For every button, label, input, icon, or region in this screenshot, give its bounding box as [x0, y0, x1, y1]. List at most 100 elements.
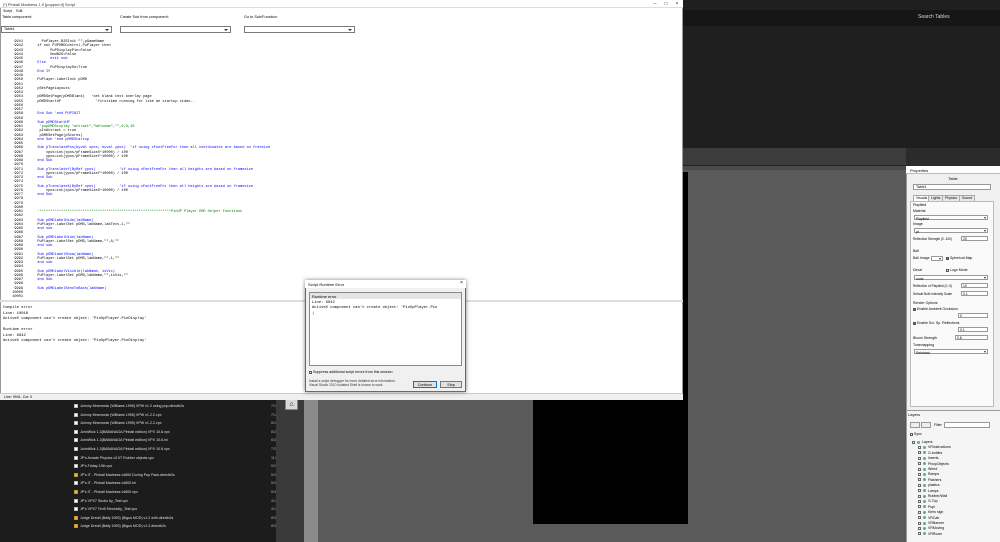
- maximize-icon[interactable]: □: [661, 1, 671, 7]
- expand-icon[interactable]: [918, 456, 921, 460]
- menu-edit[interactable]: Edit: [16, 9, 22, 13]
- file-date: 8/10/: [271, 421, 276, 426]
- file-row[interactable]: JP's Friday 13th.vpx 5/2/2: [74, 464, 276, 472]
- text-cursor: |: [312, 312, 315, 316]
- expand-icon[interactable]: [918, 478, 921, 482]
- expand-icon[interactable]: [918, 467, 921, 471]
- layers-toolbar-icon[interactable]: [910, 422, 920, 428]
- tonemapping-select[interactable]: Reinhard: [914, 349, 988, 355]
- expand-icon[interactable]: [918, 451, 921, 455]
- file-name: JP's IT - Pinball Madness v4600.ini: [80, 481, 136, 486]
- expand-icon[interactable]: [918, 445, 921, 449]
- logo-mode-label: Logo Mode: [950, 268, 968, 272]
- file-row[interactable]: JP's IT - Pinball Madness v4600 During P…: [74, 473, 276, 481]
- folder-file-icon: [74, 515, 78, 520]
- file-row[interactable]: JohnWick 1.3(BABANAGA Pinball edition) V…: [74, 447, 276, 455]
- file-row[interactable]: JohnWick 1.3(BABANAGA Pinball edition) V…: [74, 430, 276, 438]
- layers-add-icon[interactable]: [921, 422, 931, 428]
- expand-icon[interactable]: [918, 462, 921, 466]
- dialog-close-icon[interactable]: ×: [457, 280, 466, 288]
- layers-sync-label: Sync: [914, 432, 922, 436]
- expand-icon[interactable]: [918, 494, 921, 498]
- layer-name: Rubber/Wall: [928, 494, 948, 498]
- logo-mode-checkbox[interactable]: Logo Mode: [946, 268, 968, 272]
- minimize-icon[interactable]: –: [650, 1, 660, 7]
- ssr-input[interactable]: 0.1: [958, 327, 988, 332]
- expand-icon[interactable]: [918, 489, 921, 493]
- file-name: JP's Arcade Physics v3.0T Rubber objects…: [80, 455, 154, 460]
- ball-image-select[interactable]: [931, 256, 943, 261]
- layer-icon: [923, 516, 926, 520]
- expand-icon[interactable]: [918, 526, 921, 530]
- search-bar[interactable]: [683, 10, 1000, 26]
- layer-item[interactable]: VRRoom: [918, 532, 942, 538]
- file-row[interactable]: JohnWick 1.3(BABANAGA Pinball edition) V…: [74, 438, 276, 446]
- layer-icon: [923, 467, 926, 471]
- file-date: 4/12/: [271, 507, 276, 512]
- layers-sync-check-icon: [910, 432, 913, 436]
- file-row[interactable]: JP's VPX7 Ten5 Electricity_Test.vpx 4/12/: [74, 507, 276, 515]
- file-row[interactable]: Judge Dredd (Bally 1993) (Bigus MOD) v1.…: [74, 516, 276, 524]
- reflection-input[interactable]: 20: [961, 236, 988, 241]
- layers-sync-checkbox[interactable]: Sync: [910, 432, 922, 436]
- expand-icon[interactable]: [918, 516, 921, 520]
- layer-icon: [923, 494, 926, 498]
- layer-icon: [923, 499, 926, 503]
- layers-filter-input[interactable]: [944, 422, 990, 428]
- suppress-errors-checkbox[interactable]: Suppress additional script errors from t…: [309, 370, 393, 374]
- menu-script[interactable]: Script: [3, 9, 12, 13]
- expand-icon[interactable]: [918, 521, 921, 525]
- bulb-intensity-input[interactable]: 0.1: [961, 291, 988, 296]
- bloom-input[interactable]: 0.8: [955, 335, 988, 340]
- ssr-check-icon: [913, 321, 916, 325]
- material-select[interactable]: Playfield: [914, 215, 988, 221]
- goto-sub-select[interactable]: [244, 26, 355, 33]
- create-sub-select[interactable]: [120, 26, 231, 33]
- expand-icon[interactable]: [918, 472, 921, 476]
- stop-button[interactable]: Stop: [440, 381, 462, 388]
- code-editor[interactable]: 9941 PuPlayer.B2SInit "",pGameName 9942 i…: [1, 38, 681, 300]
- spherical-map-checkbox[interactable]: Spherical Map: [946, 256, 972, 260]
- file-row[interactable]: JP's Arcade Physics v3.0T Rubber objects…: [74, 456, 276, 464]
- image-value: pf: [916, 230, 919, 234]
- layer-name: Lamps: [928, 488, 939, 493]
- folder-file-icon: [74, 472, 78, 477]
- file-row[interactable]: Johnny Mnemonic (Williams 1995) VPW v1.2…: [74, 421, 276, 429]
- document-icon: [74, 438, 78, 443]
- expand-icon[interactable]: [918, 499, 921, 503]
- file-name: JP's IT - Pinball Madness v4600.vpx: [80, 490, 138, 494]
- expand-icon[interactable]: [918, 510, 921, 514]
- file-name: Johnny Mnemonic (Williams 1995) VPW v1.2…: [80, 421, 162, 426]
- file-date: 7/1/2: [271, 404, 276, 408]
- file-name: Johnny Mnemonic (Williams 1995) VPW v1.2…: [80, 412, 162, 417]
- continue-button[interactable]: Continue: [413, 381, 437, 388]
- close-icon[interactable]: ×: [672, 1, 682, 7]
- file-row[interactable]: Judge Dredd (Bally 1993) (Bigus MOD) v1.…: [74, 524, 276, 532]
- file-row[interactable]: JP's IT - Pinball Madness v4600.ini 5/30/: [74, 481, 276, 489]
- file-row[interactable]: JP's IT - Pinball Madness v4600.vpx 5/30/: [74, 490, 276, 498]
- table-component-select[interactable]: Table1: [1, 26, 112, 33]
- ao-input[interactable]: 0: [958, 313, 988, 318]
- tool-palette: [276, 398, 304, 542]
- layer-icon: [923, 532, 926, 536]
- refl-playfield-input[interactable]: 10: [961, 283, 988, 288]
- layer-name: VRMoving: [928, 526, 945, 531]
- layers-filter-label: Filter: [934, 423, 942, 427]
- layer-icon: [923, 478, 926, 482]
- layer-name: VRRoom: [928, 531, 943, 536]
- expand-icon[interactable]: [918, 505, 921, 509]
- expand-icon[interactable]: [912, 440, 915, 444]
- search-label[interactable]: Search Tables: [918, 14, 950, 20]
- decal-select[interactable]: none: [914, 275, 988, 281]
- object-name-field[interactable]: Table1: [913, 184, 991, 190]
- expand-icon[interactable]: [918, 532, 921, 536]
- layer-icon: [923, 521, 926, 525]
- image-select[interactable]: pf: [914, 228, 988, 234]
- expand-icon[interactable]: [918, 483, 921, 487]
- file-row[interactable]: JP's VPX7 Studio by_Test.vpx 4/12/: [74, 499, 276, 507]
- document-icon: [74, 429, 78, 434]
- file-row[interactable]: Johnny Mnemonic (Williams 1995) VPW v1.2…: [74, 404, 276, 412]
- file-row[interactable]: Johnny Mnemonic (Williams 1995) VPW v1.2…: [74, 413, 276, 421]
- ao-checkbox[interactable]: Enable Ambient Occlusion: [913, 307, 958, 311]
- ssr-checkbox[interactable]: Enable Scr. Sp. Reflections: [913, 321, 959, 325]
